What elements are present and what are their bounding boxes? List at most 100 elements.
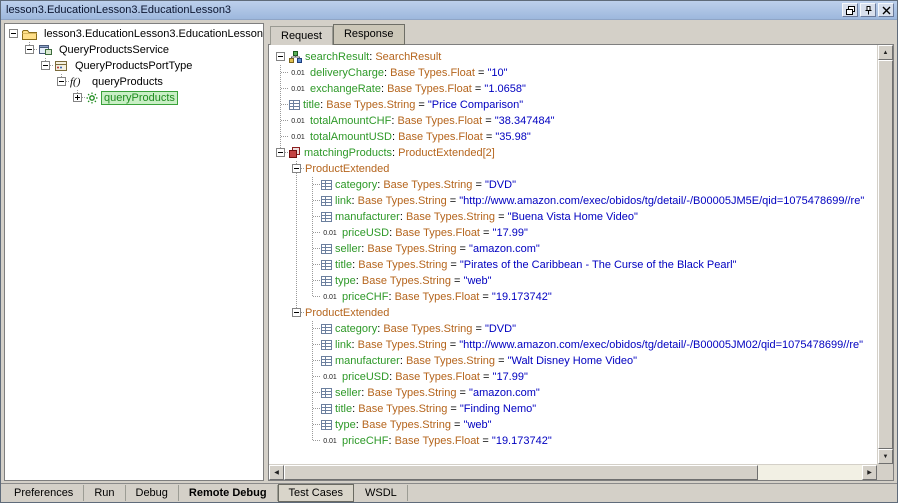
tree-expander[interactable] <box>25 45 34 54</box>
node-label: priceCHF: Base Types.Float = "19.173742" <box>342 291 552 303</box>
tree-expander[interactable] <box>276 52 285 61</box>
horizontal-scrollbar[interactable]: ◀ ▶ <box>269 464 893 480</box>
tree-guide <box>289 337 305 353</box>
node-text: queryProducts <box>89 75 166 89</box>
response-tree-node[interactable]: 0.01priceCHF: Base Types.Float = "19.173… <box>273 433 877 449</box>
bottom-tab-debug[interactable]: Debug <box>126 485 179 501</box>
field-value: "Walt Disney Home Video" <box>508 355 637 367</box>
restore-icon <box>846 3 855 18</box>
scroll-right-button[interactable]: ▶ <box>862 465 877 480</box>
close-button[interactable] <box>878 3 894 17</box>
bottom-tab-preferences[interactable]: Preferences <box>4 485 84 501</box>
response-tree-node[interactable]: seller: Base Types.String = "amazon.com" <box>273 241 877 257</box>
vertical-scroll-thumb[interactable] <box>878 60 893 449</box>
response-tree-node[interactable]: title: Base Types.String = "Price Compar… <box>273 97 877 113</box>
tree-expander[interactable] <box>57 77 66 86</box>
tree-guide <box>273 385 289 401</box>
tree-connector <box>70 90 86 106</box>
scroll-down-button[interactable]: ▼ <box>878 449 893 464</box>
response-tree-node[interactable]: 0.01exchangeRate: Base Types.Float = "1.… <box>273 81 877 97</box>
response-tree-node[interactable]: matchingProducts: ProductExtended[2] <box>273 145 877 161</box>
response-tree-node[interactable]: link: Base Types.String = "http://www.am… <box>273 337 877 353</box>
restore-button[interactable] <box>842 3 858 17</box>
field-value: "DVD" <box>485 179 516 191</box>
pin-button[interactable] <box>860 3 876 17</box>
response-tree-node[interactable]: ProductExtended <box>273 305 877 321</box>
response-tree-node[interactable]: title: Base Types.String = "Pirates of t… <box>273 257 877 273</box>
response-tree-node[interactable]: ProductExtended <box>273 161 877 177</box>
response-tree-node[interactable]: category: Base Types.String = "DVD" <box>273 321 877 337</box>
service-tree-node[interactable]: QueryProductsService <box>6 42 262 58</box>
tree-guide <box>289 257 305 273</box>
response-tree-node[interactable]: searchResult: SearchResult <box>273 49 877 65</box>
response-tree-node[interactable]: manufacturer: Base Types.String = "Buena… <box>273 209 877 225</box>
node-label: seller: Base Types.String = "amazon.com" <box>335 387 540 399</box>
vertical-scrollbar[interactable]: ▲ ▼ <box>877 45 893 464</box>
field-value: "38.347484" <box>495 115 555 127</box>
node-type-text: ProductExtended <box>305 307 389 319</box>
struct-icon <box>289 51 302 63</box>
node-label: ProductExtended <box>305 163 389 175</box>
response-tree-node[interactable]: manufacturer: Base Types.String = "Walt … <box>273 353 877 369</box>
string-icon <box>321 243 332 255</box>
response-tree-node[interactable]: type: Base Types.String = "web" <box>273 273 877 289</box>
bottom-tab-test-cases[interactable]: Test Cases <box>278 484 354 502</box>
scroll-left-button[interactable]: ◀ <box>269 465 284 480</box>
response-tree-node[interactable]: 0.01priceUSD: Base Types.Float = "17.99" <box>273 369 877 385</box>
service-tree-node[interactable]: queryProducts <box>6 90 262 106</box>
node-label: manufacturer: Base Types.String = "Walt … <box>335 355 637 367</box>
string-icon <box>321 195 332 207</box>
response-tree-node[interactable]: 0.01priceCHF: Base Types.Float = "19.173… <box>273 289 877 305</box>
response-tree-node[interactable]: 0.01totalAmountCHF: Base Types.Float = "… <box>273 113 877 129</box>
response-tree-node[interactable]: seller: Base Types.String = "amazon.com" <box>273 385 877 401</box>
field-name: title <box>303 99 320 111</box>
bottom-tab-run[interactable]: Run <box>84 485 125 501</box>
response-tree-node[interactable]: 0.01totalAmountUSD: Base Types.Float = "… <box>273 129 877 145</box>
array-icon <box>289 147 301 159</box>
response-tree-node[interactable]: link: Base Types.String = "http://www.am… <box>273 193 877 209</box>
tree-connector <box>305 385 321 401</box>
bottom-tab-remote-debug[interactable]: Remote Debug <box>179 485 278 501</box>
field-name: title <box>335 403 352 415</box>
window-buttons <box>842 3 894 17</box>
tree-expander[interactable] <box>73 93 82 102</box>
string-icon <box>321 419 332 431</box>
tree-expander[interactable] <box>292 164 301 173</box>
tree-guide <box>22 58 38 74</box>
response-tree-node[interactable]: 0.01deliveryCharge: Base Types.Float = "… <box>273 65 877 81</box>
service-tree-node[interactable]: QueryProductsPortType <box>6 58 262 74</box>
tab-response[interactable]: Response <box>333 24 405 45</box>
tree-connector <box>305 321 321 337</box>
tree-connector <box>305 401 321 417</box>
tree-expander[interactable] <box>292 308 301 317</box>
scroll-up-button[interactable]: ▲ <box>878 45 893 60</box>
service-tree-node[interactable]: f()queryProducts <box>6 74 262 90</box>
field-type: Base Types.Float <box>395 371 480 383</box>
tree-expander[interactable] <box>9 29 18 38</box>
tree-guide <box>273 289 289 305</box>
field-name: searchResult <box>305 51 369 63</box>
field-value: "amazon.com" <box>469 243 540 255</box>
node-label: lesson3.EducationLesson3.EducationLesson… <box>41 27 264 41</box>
tab-request[interactable]: Request <box>270 26 333 45</box>
equals-sign: = <box>472 323 485 335</box>
node-label: manufacturer: Base Types.String = "Buena… <box>335 211 638 223</box>
field-type: Base Types.String <box>358 403 447 415</box>
tree-guide <box>273 369 289 385</box>
service-tree-node[interactable]: lesson3.EducationLesson3.EducationLesson… <box>6 26 262 42</box>
bottom-tab-wsdl[interactable]: WSDL <box>355 485 408 501</box>
response-tree-node[interactable]: title: Base Types.String = "Finding Nemo… <box>273 401 877 417</box>
node-text: lesson3.EducationLesson3.EducationLesson… <box>41 27 264 41</box>
node-label: totalAmountUSD: Base Types.Float = "35.9… <box>310 131 531 143</box>
response-tree-node[interactable]: 0.01priceUSD: Base Types.Float = "17.99" <box>273 225 877 241</box>
tree-connector <box>305 353 321 369</box>
horizontal-scroll-thumb[interactable] <box>284 465 758 480</box>
tree-expander[interactable] <box>41 61 50 70</box>
response-tree-node[interactable]: category: Base Types.String = "DVD" <box>273 177 877 193</box>
tree-expander[interactable] <box>276 148 285 157</box>
response-tree-node[interactable]: type: Base Types.String = "web" <box>273 417 877 433</box>
horizontal-scroll-track[interactable] <box>758 465 862 480</box>
field-value: "19.173742" <box>492 435 552 447</box>
tree-connector <box>305 177 321 193</box>
tree-guide <box>289 177 305 193</box>
